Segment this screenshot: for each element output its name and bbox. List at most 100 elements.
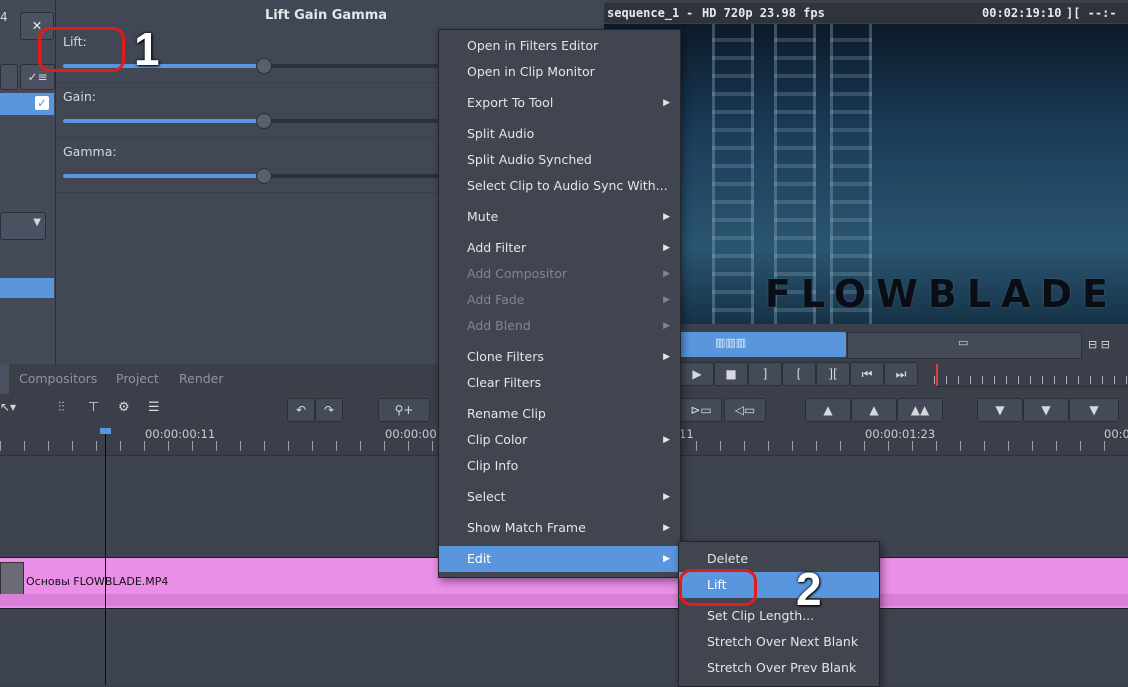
menu-item[interactable]: Open in Clip Monitor (439, 59, 680, 85)
tab-project[interactable]: Project (116, 371, 159, 386)
filter-dropdown[interactable]: ▼ (0, 212, 46, 240)
playhead-marker[interactable] (100, 428, 111, 434)
menu-item-label: Add Filter (467, 240, 527, 255)
flowblade-logo: FLOWBLADE (764, 272, 1118, 316)
mark-in-button[interactable]: [ (782, 362, 816, 386)
pointer-tool-icon[interactable]: ↖▾ (0, 400, 16, 414)
menu-item[interactable]: Clip Color ▶ (439, 427, 680, 453)
redo-button[interactable]: ↷ (315, 398, 343, 422)
insert-3-icon: ▼ (1089, 403, 1099, 417)
gain-slider-handle[interactable] (256, 113, 272, 129)
submenu-arrow-icon: ▶ (663, 212, 670, 222)
tab-render[interactable]: Render (179, 371, 224, 386)
panel-tool-button[interactable] (0, 64, 18, 90)
menu-item[interactable]: Open in Filters Editor (439, 33, 680, 59)
menu-item[interactable]: Split Audio (439, 121, 680, 147)
clip-audio-waveform (0, 594, 1128, 606)
skip-forward-icon: ⏭ (895, 367, 907, 381)
cut-icon: ⊳▭ (690, 403, 712, 417)
menu-item[interactable]: Add Filter ▶ (439, 235, 680, 261)
undo-icon: ↶ (295, 403, 307, 417)
menu-item-label: Export To Tool (467, 95, 554, 110)
filter-title: Lift Gain Gamma (264, 8, 388, 23)
append-button[interactable]: ▲▲ (897, 398, 943, 422)
video-monitor[interactable]: FLOWBLADE (604, 24, 1128, 324)
separator: - (686, 6, 694, 20)
menu-item[interactable]: Clip Info (439, 453, 680, 479)
menu-item[interactable]: Show Match Frame ▶ (439, 515, 680, 541)
tools-icon[interactable]: ⚙ (118, 400, 130, 415)
clip-context-menu: Open in Filters Editor Open in Clip Monit… (438, 29, 681, 578)
menu-item-label: Open in Clip Monitor (467, 64, 595, 79)
stop-button[interactable]: ■ (714, 362, 748, 386)
monitor-timecode: 00:02:19:10 (982, 6, 1062, 20)
overwrite-icon: ▲ (823, 403, 833, 417)
cut-button[interactable]: ⊳▭ (680, 398, 722, 422)
lift-slider-handle[interactable] (256, 58, 272, 74)
menu-item[interactable]: Rename Clip (439, 401, 680, 427)
submenu-arrow-icon: ▶ (663, 554, 670, 564)
zoom-button[interactable]: ⚲+ (378, 398, 430, 422)
audio-button[interactable]: ◁▭ (724, 398, 766, 422)
list-icon[interactable]: ☰ (148, 400, 160, 415)
menu-item[interactable]: Mute ▶ (439, 204, 680, 230)
gain-slider[interactable] (63, 113, 443, 129)
overwrite-clip-button[interactable]: ▲ (851, 398, 897, 422)
insert-3-button[interactable]: ▼ (1069, 398, 1119, 422)
play-icon: ▶ (692, 367, 702, 381)
audio-icon: ◁▭ (734, 403, 756, 417)
menu-item[interactable]: Select Clip to Audio Sync With... (439, 173, 680, 199)
submenu-arrow-icon: ▶ (663, 352, 670, 362)
insert-icon: ▼ (995, 403, 1005, 417)
submenu-item-label: Stretch Over Prev Blank (707, 660, 857, 675)
filter-list-selected-row[interactable]: ✓ (0, 93, 54, 115)
monitor-playhead[interactable] (936, 364, 938, 386)
annotation-step-2: 2 (796, 563, 822, 615)
menu-item[interactable]: Clear Filters (439, 370, 680, 396)
gamma-slider-handle[interactable] (256, 168, 272, 184)
play-button[interactable]: ▶ (680, 362, 714, 386)
to-mark-in-button[interactable]: ⏮ (850, 362, 884, 386)
menu-item-label: Mute (467, 209, 499, 224)
to-mark-out-button[interactable]: ⏭ (884, 362, 918, 386)
undo-button[interactable]: ↶ (287, 398, 315, 422)
title-icon[interactable]: ⊤ (88, 400, 99, 415)
ruler-label: 00:0 (1104, 427, 1128, 441)
tab-active-edge[interactable] (0, 364, 9, 394)
insert-2-button[interactable]: ▼ (1023, 398, 1069, 422)
ruler-label: 00:00:01:23 (865, 427, 936, 441)
mark-out-button[interactable]: ] (748, 362, 782, 386)
stop-icon: ■ (725, 367, 737, 381)
submenu-item[interactable]: Set Clip Length... (679, 603, 879, 629)
menu-item[interactable]: Split Audio Synched (439, 147, 680, 173)
submenu-arrow-icon: ▶ (663, 295, 670, 305)
zoom-icon: ⚲+ (394, 403, 414, 417)
stack-list-selected-row[interactable] (0, 278, 54, 298)
overwrite-range-button[interactable]: ▲ (805, 398, 851, 422)
gamma-slider[interactable] (63, 168, 443, 184)
append-icon: ▲▲ (910, 403, 930, 417)
clear-marks-button[interactable]: ][ (816, 362, 850, 386)
menu-item[interactable]: Export To Tool ▶ (439, 90, 680, 116)
clear-marks-icon: ][ (828, 367, 838, 381)
mixer-icon[interactable]: ⫶⫶ (58, 400, 65, 415)
submenu-item[interactable]: Stretch Over Prev Blank (679, 655, 879, 681)
menu-item[interactable]: Select ▶ (439, 484, 680, 510)
insert-button[interactable]: ▼ (977, 398, 1023, 422)
annotation-highlight-lift-item (679, 569, 757, 606)
timeline-view-button[interactable]: ▥▥▥ (679, 332, 846, 357)
skip-back-icon: ⏮ (861, 367, 873, 381)
layout-icon[interactable]: ⊟ ⊟ (1088, 338, 1110, 351)
menu-item-label: Select (467, 489, 506, 504)
menu-item[interactable]: Clone Filters ▶ (439, 344, 680, 370)
filter-enabled-checkbox[interactable]: ✓ (35, 96, 49, 110)
menu-item-label: Add Fade (467, 292, 525, 307)
menu-item[interactable]: Edit ▶ (439, 546, 680, 572)
timeline-playhead[interactable] (100, 428, 111, 685)
clip-view-button[interactable]: ▭ (847, 332, 1082, 359)
gamma-slider-fill (63, 174, 263, 178)
submenu-arrow-icon: ▶ (663, 98, 670, 108)
tab-compositors[interactable]: Compositors (19, 371, 97, 386)
monitor-position-bar[interactable] (934, 364, 1128, 387)
submenu-item[interactable]: Stretch Over Next Blank (679, 629, 879, 655)
